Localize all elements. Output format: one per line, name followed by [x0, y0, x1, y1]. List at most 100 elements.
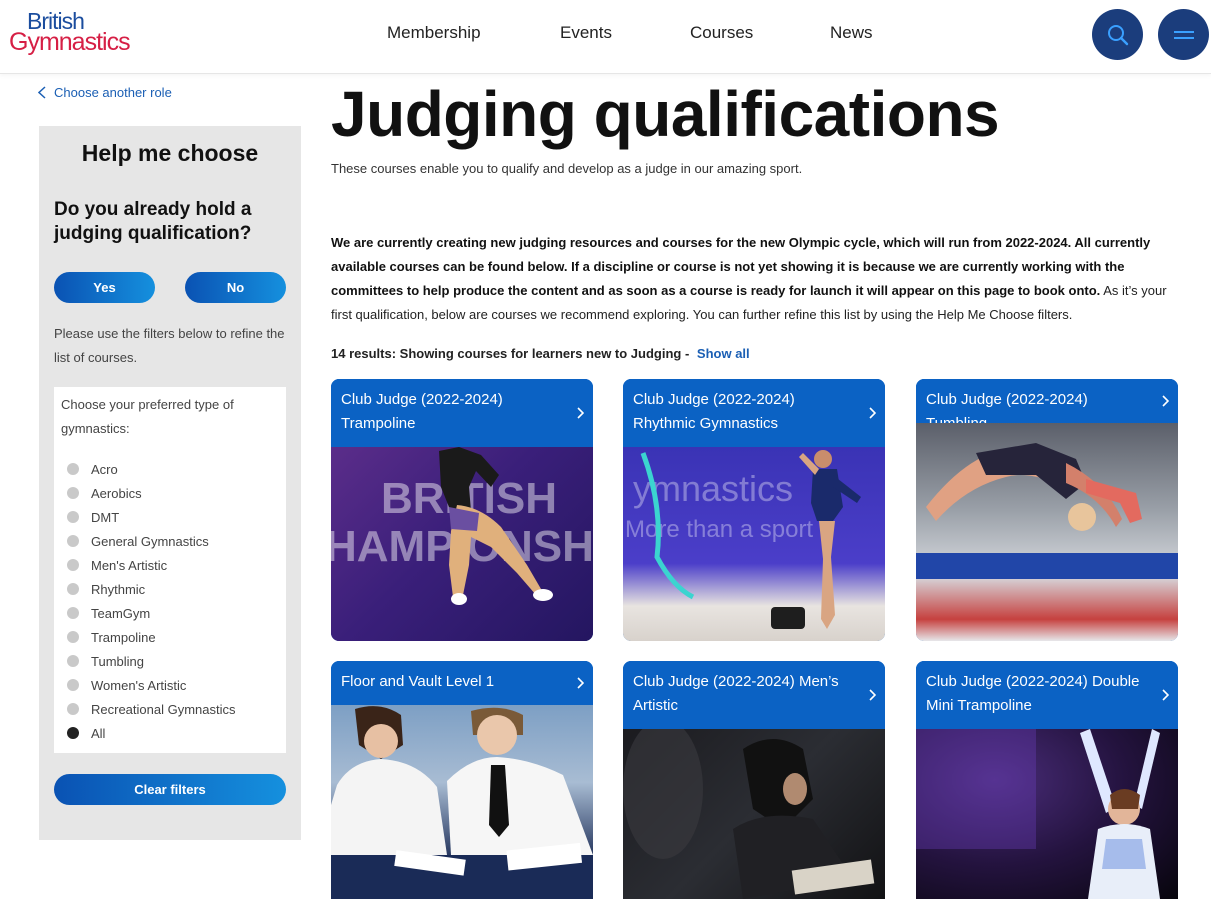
british-gymnastics-logo[interactable]: British Gymnastics — [9, 10, 131, 55]
clear-filters-button[interactable]: Clear filters — [54, 774, 286, 805]
tumbling-athlete-photo — [916, 423, 1178, 641]
page-title: Judging qualifications — [331, 78, 1000, 150]
radio-icon[interactable] — [67, 631, 79, 643]
course-card[interactable]: Club Judge (2022-2024) Trampoline BRITIS… — [331, 379, 593, 641]
hamburger-icon — [1173, 30, 1194, 39]
filter-option-label: Women's Artistic — [91, 677, 187, 693]
nav-events[interactable]: Events — [560, 23, 612, 43]
chevron-right-icon — [577, 407, 584, 419]
screen-backdrop — [916, 729, 1036, 849]
chevron-right-icon — [869, 407, 876, 419]
yes-button[interactable]: Yes — [54, 272, 155, 303]
rhythmic-gymnast-ribbon-photo: ymnastics More than a sport — [623, 447, 885, 641]
radio-icon[interactable] — [67, 487, 79, 499]
course-card-header: Club Judge (2022-2024) Men’s Artistic — [623, 661, 885, 729]
radio-icon[interactable] — [67, 607, 79, 619]
site-header: British Gymnastics Membership Events Cou… — [0, 0, 1211, 74]
filter-option-recreational-gymnastics[interactable]: Recreational Gymnastics — [67, 697, 236, 721]
page-subtitle: These courses enable you to qualify and … — [331, 161, 803, 176]
gymnast-arms-raised-photo — [916, 729, 1178, 899]
radio-icon[interactable] — [67, 583, 79, 595]
chevron-right-icon — [869, 689, 876, 701]
course-card-header: Club Judge (2022-2024) Tumbling — [916, 379, 1178, 432]
course-card[interactable]: Floor and Vault Level 1 — [331, 661, 593, 899]
advertising-board — [916, 553, 1178, 579]
help-me-choose-panel: Help me choose Do you already hold a jud… — [39, 126, 301, 840]
tumbling-athlete-figure — [926, 443, 1142, 531]
filter-option-label: Aerobics — [91, 485, 142, 501]
chevron-right-icon — [577, 677, 584, 689]
results-summary: 14 results: Showing courses for learners… — [331, 346, 750, 361]
radio-icon[interactable] — [67, 463, 79, 475]
course-card[interactable]: Club Judge (2022-2024) Tumbling — [916, 379, 1178, 641]
course-card[interactable]: Club Judge (2022-2024) Rhythmic Gymnasti… — [623, 379, 885, 641]
filter-option-aerobics[interactable]: Aerobics — [67, 481, 236, 505]
judge-woman-figure — [331, 706, 447, 855]
filter-option-label: TeamGym — [91, 605, 151, 621]
radio-icon[interactable] — [67, 679, 79, 691]
panel-title: Help me choose — [81, 140, 259, 166]
filter-option-label: Tumbling — [91, 653, 144, 669]
trampoline-athlete-photo: BRITISH HAMPIONSHI — [331, 447, 593, 641]
filter-options: Acro Aerobics DMT General Gymnastics Men's A… — [67, 457, 236, 745]
search-button[interactable] — [1092, 9, 1143, 60]
nav-news[interactable]: News — [830, 23, 873, 43]
course-card-title: Floor and Vault Level 1 — [341, 673, 495, 690]
show-all-link[interactable]: Show all — [697, 346, 750, 361]
radio-icon[interactable] — [67, 727, 79, 739]
filter-instructions: Please use the filters below to refine t… — [54, 326, 285, 365]
search-icon — [1107, 24, 1128, 45]
radio-icon[interactable] — [67, 511, 79, 523]
intro-bold-text: We are currently creating new judging re… — [331, 235, 1151, 298]
radio-icon[interactable] — [67, 559, 79, 571]
banner-text-line2: More than a sport — [625, 516, 813, 543]
filter-option-all[interactable]: All — [67, 721, 236, 745]
course-card-header: Club Judge (2022-2024) Rhythmic Gymnasti… — [623, 379, 885, 447]
filter-option-men-s-artistic[interactable]: Men's Artistic — [67, 553, 236, 577]
gymnastics-type-filter: Choose your preferred type of gymnastics… — [54, 387, 286, 753]
filter-option-teamgym[interactable]: TeamGym — [67, 601, 236, 625]
filter-option-general-gymnastics[interactable]: General Gymnastics — [67, 529, 236, 553]
filter-option-label: All — [91, 725, 106, 741]
course-card[interactable]: Club Judge (2022-2024) Double Mini Tramp… — [916, 661, 1178, 899]
qualification-question: Do you already hold a judging qualificat… — [54, 199, 252, 244]
filter-option-women-s-artistic[interactable]: Women's Artistic — [67, 673, 236, 697]
radio-icon[interactable] — [67, 535, 79, 547]
filter-option-label: Recreational Gymnastics — [91, 701, 236, 717]
filter-option-acro[interactable]: Acro — [67, 457, 236, 481]
speaker — [771, 607, 805, 629]
judges-at-table-photo — [331, 705, 593, 899]
filter-option-label: General Gymnastics — [91, 533, 209, 549]
course-card-title: Club Judge (2022-2024) Double Mini Tramp… — [926, 673, 1140, 714]
filter-option-label: Men's Artistic — [91, 557, 168, 573]
course-card-title: Club Judge (2022-2024) Trampoline — [341, 391, 503, 432]
radio-icon[interactable] — [67, 655, 79, 667]
filter-option-label: Acro — [91, 461, 118, 477]
filter-option-trampoline[interactable]: Trampoline — [67, 625, 236, 649]
filter-option-rhythmic[interactable]: Rhythmic — [67, 577, 236, 601]
chevron-right-icon — [1162, 689, 1169, 701]
filter-option-tumbling[interactable]: Tumbling — [67, 649, 236, 673]
chevron-left-icon — [38, 86, 46, 99]
judge-man-figure — [447, 707, 593, 855]
nav-courses[interactable]: Courses — [690, 23, 753, 43]
choose-another-role-link[interactable]: Choose another role — [38, 85, 172, 100]
chevron-right-icon — [1162, 395, 1169, 407]
intro-text: We are currently creating new judging re… — [331, 231, 1181, 327]
course-card-header: Floor and Vault Level 1 — [331, 661, 593, 705]
judge-writing-photo — [623, 729, 885, 899]
course-card-header: Club Judge (2022-2024) Double Mini Tramp… — [916, 661, 1178, 729]
filter-option-label: Rhythmic — [91, 581, 146, 597]
gymnast-figure — [1080, 729, 1160, 899]
filter-option-dmt[interactable]: DMT — [67, 505, 236, 529]
blurred-person — [623, 729, 703, 859]
nav-membership[interactable]: Membership — [387, 23, 481, 43]
course-card[interactable]: Club Judge (2022-2024) Men’s Artistic — [623, 661, 885, 899]
menu-button[interactable] — [1158, 9, 1209, 60]
no-button[interactable]: No — [185, 272, 286, 303]
radio-icon[interactable] — [67, 703, 79, 715]
filter-option-label: Trampoline — [91, 629, 156, 645]
course-card-title: Club Judge (2022-2024) Rhythmic Gymnasti… — [633, 391, 795, 432]
filter-option-label: DMT — [91, 509, 120, 525]
filter-label: Choose your preferred type of gymnastics… — [61, 397, 234, 436]
